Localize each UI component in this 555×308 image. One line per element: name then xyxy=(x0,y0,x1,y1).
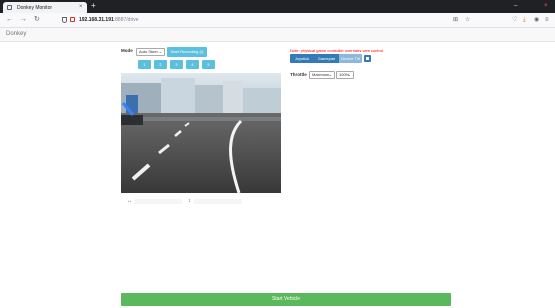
record-button[interactable]: Start Recording (r) xyxy=(167,47,207,57)
browser-tab[interactable]: Donkey Monitor × xyxy=(3,2,87,13)
preset-button-4[interactable]: 4 xyxy=(186,60,199,69)
url-text: 192.168.31.191:8887/drive xyxy=(79,17,139,23)
controller-warning: Note: physical game controller overrides… xyxy=(290,48,385,53)
throttle-mode-select[interactable]: Maximum ⌄ xyxy=(309,71,335,79)
reload-icon[interactable]: ↻ xyxy=(34,16,40,24)
app-brand[interactable]: Donkey xyxy=(6,31,26,37)
throttle-bar xyxy=(194,199,242,204)
preset-button-2[interactable]: 2 xyxy=(154,60,167,69)
minimize-icon[interactable]: – xyxy=(514,3,517,9)
steering-bar xyxy=(134,199,182,204)
device-tilt-button[interactable]: Device Tilt xyxy=(339,54,362,63)
tab-title: Donkey Monitor xyxy=(17,5,53,11)
address-bar[interactable]: 192.168.31.191:8887/drive xyxy=(62,16,442,25)
window-close-icon[interactable]: × xyxy=(544,3,548,9)
menu-icon[interactable]: ≡ xyxy=(545,17,549,23)
browser-tab-bar: Donkey Monitor × + – × xyxy=(0,0,555,13)
help-icon[interactable] xyxy=(364,55,371,62)
steering-icon: ↔ xyxy=(127,198,132,204)
back-icon[interactable]: ← xyxy=(6,16,13,24)
page-icon xyxy=(7,5,12,10)
tab-close-icon[interactable]: × xyxy=(79,4,83,10)
chevron-down-icon: ⌄ xyxy=(328,72,332,77)
preset-button-3[interactable]: 3 xyxy=(170,60,183,69)
browser-nav-bar: ← → ↻ 192.168.31.191:8887/drive ⊞ ☆ ♡ ⤓ … xyxy=(0,13,555,28)
mode-label: Mode xyxy=(121,48,133,53)
joystick-button[interactable]: Joystick xyxy=(290,54,314,63)
mode-select[interactable]: Auto Steer ⌄ xyxy=(136,48,165,56)
throttle-icon: ↕ xyxy=(188,198,191,204)
bookmark-star-icon[interactable]: ☆ xyxy=(465,17,470,23)
camera-feed[interactable] xyxy=(121,73,281,193)
gamepad-button[interactable]: Gamepad xyxy=(314,54,339,63)
new-tab-icon[interactable]: + xyxy=(91,2,96,10)
url-host: 192.168.31.191 xyxy=(79,17,114,23)
app-navbar: Donkey xyxy=(0,28,555,42)
chevron-down-icon: ⌄ xyxy=(158,49,162,54)
throttle-mode-value: Maximum xyxy=(312,72,330,77)
mode-select-value: Auto Steer xyxy=(139,49,158,54)
insecure-lock-icon[interactable] xyxy=(70,17,75,22)
preset-button-1[interactable]: 1 xyxy=(138,60,151,69)
chevron-down-icon: ⌄ xyxy=(347,72,351,77)
pocket-icon[interactable]: ♡ xyxy=(512,17,517,23)
start-vehicle-button[interactable]: Start Vehicle xyxy=(121,293,451,306)
url-path: :8887/drive xyxy=(113,17,139,23)
grid-icon[interactable]: ⊞ xyxy=(453,17,458,23)
forward-icon[interactable]: → xyxy=(20,16,27,24)
extension-icon[interactable]: ◉ xyxy=(534,17,539,23)
throttle-pct-select[interactable]: 100% ⌄ xyxy=(336,71,354,79)
tracking-shield-icon[interactable] xyxy=(62,17,67,23)
preset-button-5[interactable]: 5 xyxy=(202,60,215,69)
download-icon[interactable]: ⤓ xyxy=(523,17,526,23)
throttle-label: Throttle xyxy=(290,72,307,77)
